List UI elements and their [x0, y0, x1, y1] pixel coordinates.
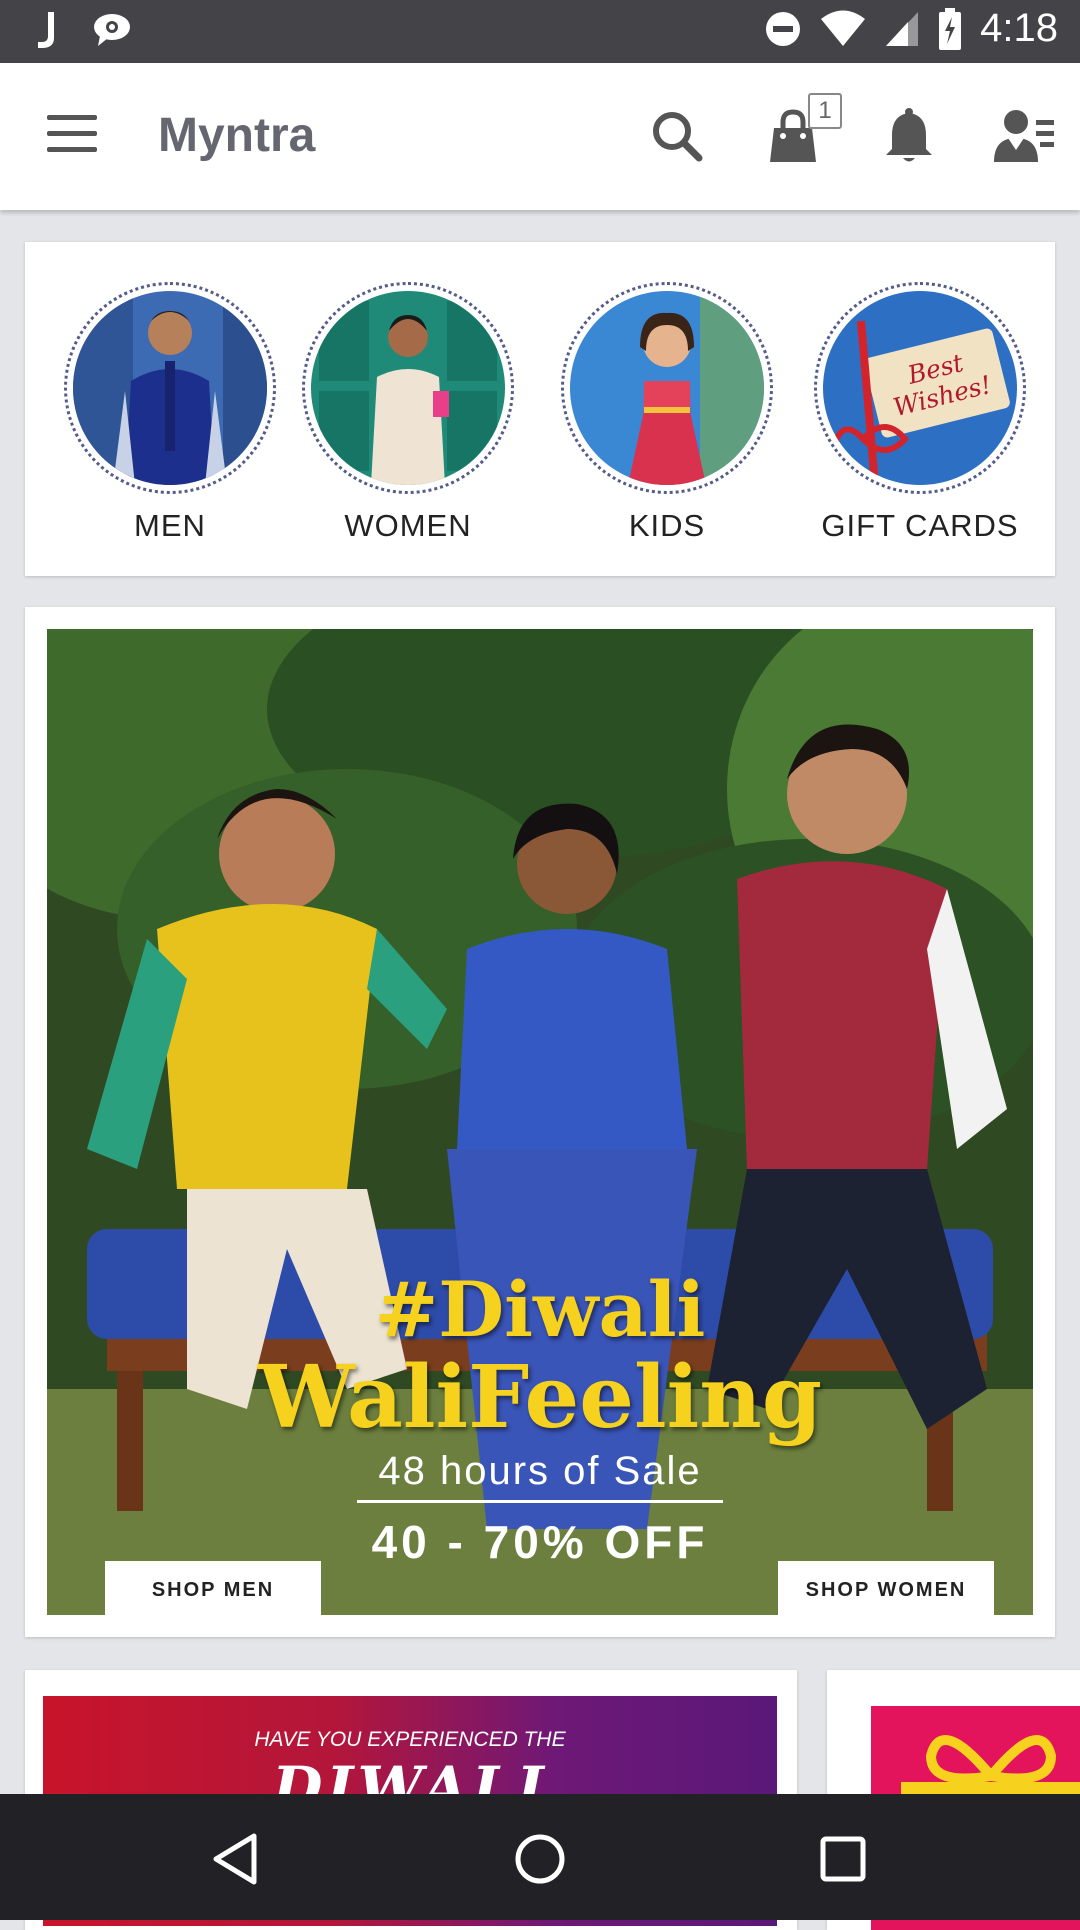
jio-j-icon: [38, 12, 54, 48]
diwali-sale-banner[interactable]: #Diwali WaliFeeling 48 hours of Sale 40 …: [47, 629, 1033, 1615]
cell-signal-icon: [886, 11, 919, 46]
category-women[interactable]: WOMEN: [293, 282, 523, 544]
category-men[interactable]: MEN: [55, 282, 285, 544]
shop-women-button[interactable]: SHOP WOMEN: [778, 1561, 994, 1615]
category-kids-label: KIDS: [628, 508, 706, 543]
category-men-label: MEN: [134, 508, 206, 543]
category-kids[interactable]: KIDS: [552, 282, 782, 544]
recents-icon: [820, 1836, 866, 1882]
chat-bubble-icon: [94, 14, 130, 46]
banner-hashtag-line2: WaliFeeling: [258, 1347, 822, 1448]
banner-sale-duration: 48 hours of Sale: [357, 1449, 723, 1503]
home-icon: [515, 1834, 565, 1884]
profile-button[interactable]: [990, 101, 1060, 171]
status-time: 4:18: [980, 6, 1058, 50]
do-not-disturb-icon: [766, 11, 801, 46]
notifications-bell-icon: [886, 108, 932, 162]
category-women-ring: [302, 282, 514, 494]
system-nav-bar: [0, 1794, 1080, 1920]
category-kids-ring: [561, 282, 773, 494]
hamburger-menu-icon[interactable]: [47, 115, 97, 155]
category-gift-cards-image: Best Wishes!: [823, 291, 1017, 485]
battery-charging-icon: [939, 7, 962, 50]
diwali-sale-banner-card[interactable]: #Diwali WaliFeeling 48 hours of Sale 40 …: [25, 607, 1055, 1637]
bag-count-badge: 1: [808, 93, 842, 129]
search-icon: [653, 112, 703, 162]
back-icon: [213, 1833, 257, 1885]
search-button[interactable]: [642, 101, 712, 171]
bag-button[interactable]: 1: [758, 93, 842, 171]
back-button[interactable]: [200, 1824, 270, 1894]
category-women-image: [311, 291, 505, 485]
category-women-label: WOMEN: [344, 508, 472, 543]
wifi-icon: [821, 10, 866, 46]
banner-hashtag-line1: #Diwali: [374, 1265, 706, 1354]
category-men-ring: [64, 282, 276, 494]
category-kids-image: [570, 291, 764, 485]
promo-tagline: HAVE YOU EXPERIENCED THE: [254, 1728, 566, 1751]
category-men-image: [73, 291, 267, 485]
category-gift-cards[interactable]: Best Wishes! GIFT CARDS: [805, 282, 1035, 544]
notifications-button[interactable]: [874, 101, 944, 171]
app-title: Myntra: [158, 109, 316, 162]
app-bar: Myntra 1: [0, 63, 1080, 210]
profile-icon: [994, 110, 1054, 162]
category-gift-cards-ring: Best Wishes!: [814, 282, 1026, 494]
status-bar: 4:18: [0, 0, 1080, 63]
home-button[interactable]: [505, 1824, 575, 1894]
app-bar-actions: 1: [596, 93, 1060, 171]
categories-card: MEN WOMEN KIDS Best Wishes! GIFT CARDS: [25, 242, 1055, 576]
shop-men-button[interactable]: SHOP MEN: [105, 1561, 321, 1615]
recents-button[interactable]: [808, 1824, 878, 1894]
category-gift-cards-label: GIFT CARDS: [821, 508, 1019, 543]
